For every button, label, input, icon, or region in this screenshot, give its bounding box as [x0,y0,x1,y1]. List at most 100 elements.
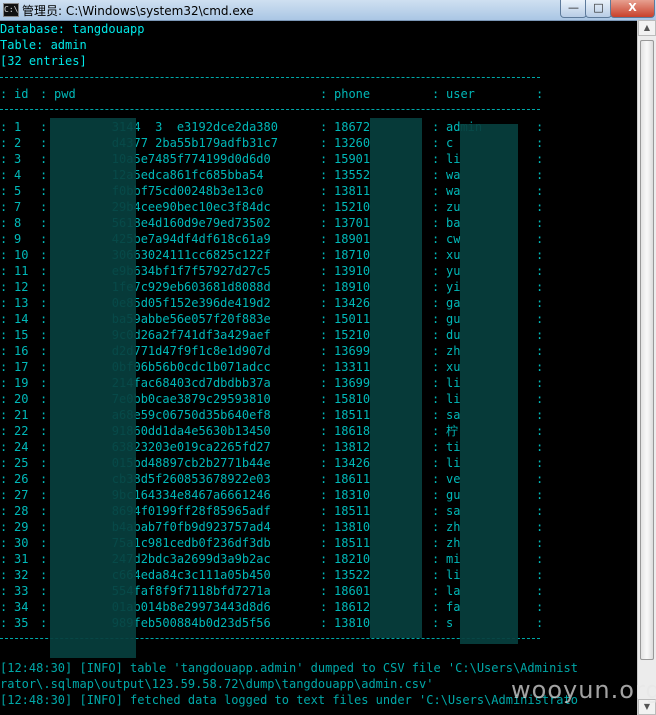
watermark: wooyun.org [511,676,656,704]
cell-phone: 13810 [334,616,371,630]
cell-phone: 18612 [334,600,371,614]
cell-user: sa [446,504,461,518]
cell-phone: 13260 [334,136,371,150]
cell-phone: 15011 [334,312,371,326]
cell-user: zh [446,520,461,534]
column-header-row: : id : pwd : phone : user : [0,87,544,101]
log-line: [12:48:30] [INFO] table 'tangdouapp.admi… [0,661,578,675]
vertical-scrollbar[interactable]: ▲ ▼ [637,20,656,715]
cell-id: 27 [14,488,29,502]
cell-phone: 18511 [334,504,371,518]
cell-phone: 13552 [334,168,371,182]
cell-user: s [446,616,454,630]
cell-user: 柠 [446,424,459,438]
table-border-top [0,77,540,79]
window-title: 管理员: C:\Windows\system32\cmd.exe [22,4,254,18]
redaction-pwd [50,118,136,658]
cell-phone: 13701 [334,216,371,230]
cell-id: 13 [14,296,29,310]
cell-user: li [446,568,461,582]
cell-user: yu [446,264,461,278]
cell-id: 33 [14,584,29,598]
cell-phone: 18511 [334,408,371,422]
cell-user: mi [446,552,461,566]
entries-line: [32 entries] [0,54,87,68]
cell-phone: 13699 [334,344,371,358]
cell-phone: 13426 [334,456,371,470]
cell-id: 35 [14,616,29,630]
cell-phone: 13812 [334,440,371,454]
cell-id: 10 [14,248,29,262]
cell-phone: 18672 [334,120,371,134]
cell-phone: 15901 [334,152,371,166]
cell-id: 34 [14,600,29,614]
cell-user: li [446,376,461,390]
cell-user: zh [446,536,461,550]
cell-user: c [446,136,454,150]
cell-phone: 15210 [334,328,371,342]
cell-phone: 13426 [334,296,371,310]
cell-id: 26 [14,472,29,486]
cell-phone: 18310 [334,488,371,502]
column-header-user: user [446,87,475,101]
cell-id: 8 [14,216,22,230]
scroll-thumb[interactable] [640,40,654,660]
cell-phone: 18210 [334,552,371,566]
table-line: Table: admin [0,38,87,52]
cell-id: 17 [14,360,29,374]
cell-phone: 18910 [334,280,371,294]
database-line: Database: tangdouapp [0,22,145,36]
cell-user: li [446,392,461,406]
cell-user: ti [446,440,461,454]
cell-user: xu [446,360,461,374]
console-output[interactable]: Database: tangdouapp Table: admin [32 en… [0,20,637,715]
cell-phone: 13311 [334,360,371,374]
cell-phone: 18511 [334,536,371,550]
cell-user: xu [446,248,461,262]
cell-id: 25 [14,456,29,470]
cell-user: yi [446,280,461,294]
cell-id: 30 [14,536,29,550]
cell-id: 1 [14,120,22,134]
cell-id: 11 [14,264,29,278]
cell-user: du [446,328,461,342]
cell-id: 31 [14,552,29,566]
table-border-mid [0,109,540,111]
cell-phone: 13811 [334,184,371,198]
cell-id: 32 [14,568,29,582]
cell-user: ba [446,216,461,230]
cell-id: 24 [14,440,29,454]
cell-user: la [446,584,461,598]
cell-phone: 18710 [334,248,371,262]
cell-user: fa [446,600,461,614]
cell-phone: 15810 [334,392,371,406]
cell-id: 7 [14,200,22,214]
cell-phone: 15210 [334,200,371,214]
cell-user: sa [446,408,461,422]
cell-id: 12 [14,280,29,294]
cell-user: zh [446,344,461,358]
cell-id: 3 [14,152,22,166]
title-bar[interactable]: C:\ 管理员: C:\Windows\system32\cmd.exe — □… [0,0,656,21]
cell-phone: 18611 [334,472,371,486]
column-header-id: id [14,87,29,101]
scroll-up-arrow-icon[interactable]: ▲ [638,20,656,36]
cell-id: 14 [14,312,29,326]
cell-id: 22 [14,424,29,438]
maximize-button[interactable]: □ [585,0,612,18]
cell-user: ga [446,296,461,310]
cell-id: 16 [14,344,29,358]
cell-id: 29 [14,520,29,534]
cell-user: li [446,456,461,470]
minimize-button[interactable]: — [560,0,587,18]
log-line: [12:48:30] [INFO] fetched data logged to… [0,693,578,707]
close-button[interactable]: X [610,0,655,18]
redaction-phone [370,118,422,638]
cell-id: 21 [14,408,29,422]
cell-phone: 13699 [334,376,371,390]
cell-user: wa [446,168,461,182]
cell-id: 4 [14,168,22,182]
cell-user: zu [446,200,461,214]
cell-phone: 18601 [334,584,371,598]
cell-id: 5 [14,184,22,198]
